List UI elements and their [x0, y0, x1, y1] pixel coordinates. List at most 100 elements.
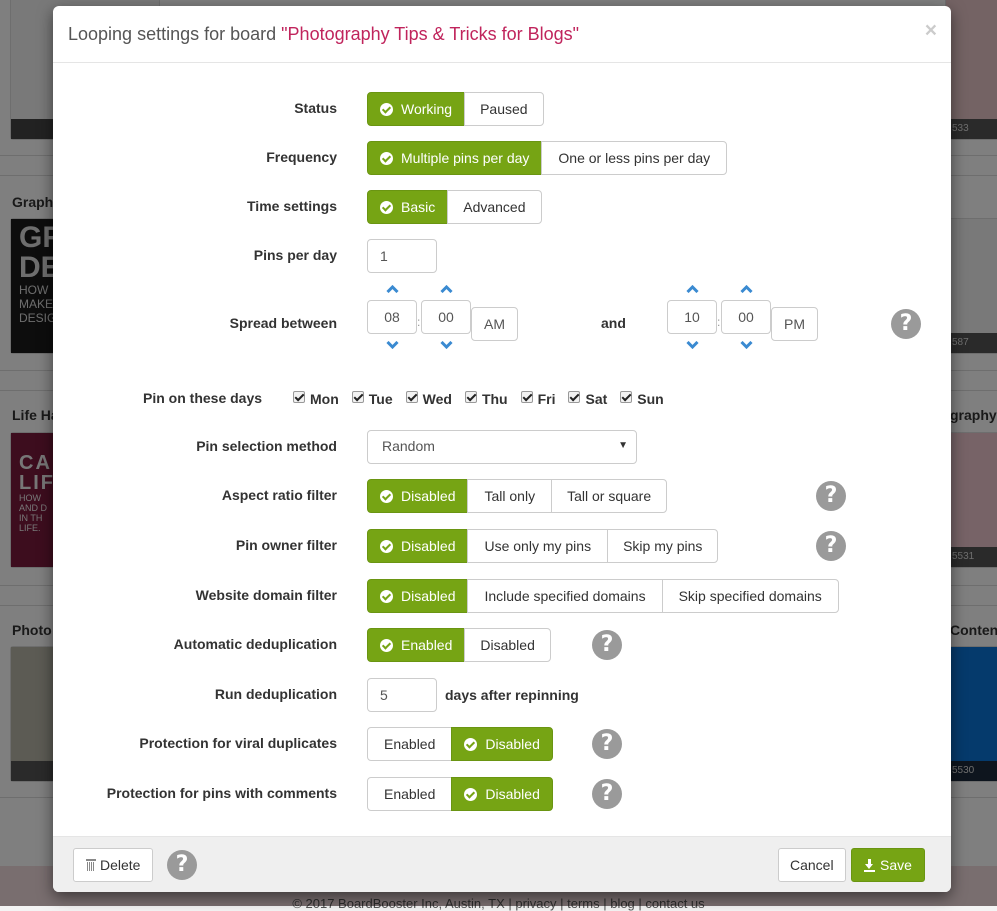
frequency-toggle: Multiple pins per day One or less pins p…	[367, 141, 728, 175]
comments-protection-row: Protection for pins with comments Enable…	[53, 777, 951, 811]
website-domain-label: Website domain filter	[195, 587, 337, 603]
checkbox[interactable]	[293, 391, 305, 403]
check-circle-icon	[380, 539, 393, 553]
end-hour-picker: 10	[667, 284, 717, 350]
pin-selection-select[interactable]: Random ▼	[367, 430, 637, 464]
time-settings-advanced-button[interactable]: Advanced	[447, 190, 542, 224]
trash-icon	[86, 859, 96, 871]
start-ampm-toggle[interactable]: AM	[471, 307, 518, 341]
check-circle-icon	[380, 589, 393, 603]
pins-per-day-input[interactable]	[367, 239, 437, 273]
day-wed[interactable]: Wed	[405, 391, 452, 407]
day-mon[interactable]: Mon	[293, 391, 339, 407]
modal-header: Looping settings for board "Photography …	[53, 6, 951, 63]
help-icon[interactable]	[592, 729, 622, 759]
help-icon[interactable]	[891, 309, 921, 339]
start-minute-down-icon[interactable]	[439, 340, 453, 350]
start-hour-up-icon[interactable]	[385, 284, 399, 294]
start-minute-up-icon[interactable]	[439, 284, 453, 294]
frequency-row: Frequency Multiple pins per day One or l…	[53, 141, 951, 175]
help-icon[interactable]	[167, 850, 197, 880]
start-hour-value[interactable]: 08	[367, 300, 417, 334]
start-minute-picker: 00	[421, 284, 471, 350]
auto-dedup-enabled-button[interactable]: Enabled	[367, 628, 466, 662]
save-button[interactable]: Save	[851, 848, 925, 882]
pin-owner-use-only-mine-button[interactable]: Use only my pins	[467, 529, 609, 563]
pin-days-label: Pin on these days	[143, 390, 263, 406]
day-sun[interactable]: Sun	[620, 391, 664, 407]
day-thu[interactable]: Thu	[464, 391, 508, 407]
viral-protection-enabled-button[interactable]: Enabled	[367, 727, 453, 761]
pin-selection-row: Pin selection method Random ▼	[53, 430, 951, 464]
end-hour-down-icon[interactable]	[685, 340, 699, 350]
help-icon[interactable]	[592, 779, 622, 809]
frequency-label: Frequency	[266, 149, 337, 165]
status-label: Status	[294, 100, 337, 116]
aspect-ratio-row: Aspect ratio filter Disabled Tall only T…	[53, 479, 951, 513]
day-tue[interactable]: Tue	[351, 391, 393, 407]
time-settings-toggle: Basic Advanced	[367, 190, 542, 224]
frequency-multiple-button[interactable]: Multiple pins per day	[367, 141, 543, 175]
aspect-ratio-tall-or-square-button[interactable]: Tall or square	[551, 479, 668, 513]
dropdown-caret-icon: ▼	[618, 440, 628, 451]
time-settings-label: Time settings	[247, 198, 337, 214]
website-domain-include-button[interactable]: Include specified domains	[467, 579, 663, 613]
aspect-ratio-disabled-button[interactable]: Disabled	[367, 479, 469, 513]
time-settings-basic-button[interactable]: Basic	[367, 190, 449, 224]
start-hour-down-icon[interactable]	[385, 340, 399, 350]
delete-button[interactable]: Delete	[73, 848, 154, 882]
end-minute-picker: 00	[721, 284, 771, 350]
checkbox[interactable]	[520, 391, 533, 403]
comments-protection-enabled-button[interactable]: Enabled	[367, 777, 453, 811]
run-dedup-days-input[interactable]	[367, 678, 437, 712]
viral-protection-row: Protection for viral duplicates Enabled …	[53, 727, 951, 761]
help-icon[interactable]	[592, 630, 622, 660]
check-circle-icon	[380, 489, 393, 503]
website-domain-disabled-button[interactable]: Disabled	[367, 579, 469, 613]
run-dedup-label: Run deduplication	[214, 686, 337, 702]
board-name: "Photography Tips & Tricks for Blogs"	[281, 24, 580, 44]
days-checkbox-group: Mon Tue Wed Thu Fri Sat Sun	[293, 391, 677, 407]
viral-protection-disabled-button[interactable]: Disabled	[451, 727, 553, 761]
end-hour-up-icon[interactable]	[685, 284, 699, 294]
help-icon[interactable]	[816, 531, 846, 561]
time-settings-row: Time settings Basic Advanced	[53, 190, 951, 224]
checkbox[interactable]	[620, 391, 633, 403]
status-paused-button[interactable]: Paused	[464, 92, 544, 126]
check-circle-icon	[464, 737, 478, 751]
pin-days-row: Pin on these days Mon Tue Wed Thu Fri Sa…	[53, 383, 951, 417]
end-minute-value[interactable]: 00	[721, 300, 771, 334]
pins-per-day-row: Pins per day	[53, 239, 951, 273]
pin-owner-disabled-button[interactable]: Disabled	[367, 529, 469, 563]
end-minute-down-icon[interactable]	[739, 340, 753, 350]
aspect-ratio-tall-only-button[interactable]: Tall only	[467, 479, 553, 513]
modal-footer: Delete Cancel Save	[53, 836, 951, 892]
website-domain-skip-button[interactable]: Skip specified domains	[661, 579, 839, 613]
check-circle-icon	[380, 200, 393, 214]
end-hour-value[interactable]: 10	[667, 300, 717, 334]
end-minute-up-icon[interactable]	[739, 284, 753, 294]
checkbox[interactable]	[568, 391, 581, 403]
help-icon[interactable]	[816, 481, 846, 511]
pin-owner-skip-mine-button[interactable]: Skip my pins	[607, 529, 719, 563]
status-working-button[interactable]: Working	[367, 92, 466, 126]
pin-owner-toggle: Disabled Use only my pins Skip my pins	[367, 529, 719, 563]
checkbox[interactable]	[405, 391, 418, 403]
auto-dedup-disabled-button[interactable]: Disabled	[464, 628, 551, 662]
comments-protection-toggle: Enabled Disabled	[367, 777, 553, 811]
comments-protection-disabled-button[interactable]: Disabled	[451, 777, 553, 811]
status-row: Status Working Paused	[53, 92, 951, 126]
day-sat[interactable]: Sat	[568, 391, 607, 407]
comments-protection-label: Protection for pins with comments	[106, 785, 337, 801]
checkbox[interactable]	[351, 391, 364, 403]
start-hour-picker: 08	[367, 284, 417, 350]
pin-owner-row: Pin owner filter Disabled Use only my pi…	[53, 529, 951, 563]
cancel-button[interactable]: Cancel	[778, 848, 846, 882]
end-ampm-toggle[interactable]: PM	[771, 307, 818, 341]
auto-dedup-toggle: Enabled Disabled	[367, 628, 551, 662]
day-fri[interactable]: Fri	[520, 391, 555, 407]
close-button[interactable]: ×	[925, 20, 937, 41]
frequency-one-or-less-button[interactable]: One or less pins per day	[541, 141, 728, 175]
checkbox[interactable]	[464, 391, 477, 403]
start-minute-value[interactable]: 00	[421, 300, 471, 334]
